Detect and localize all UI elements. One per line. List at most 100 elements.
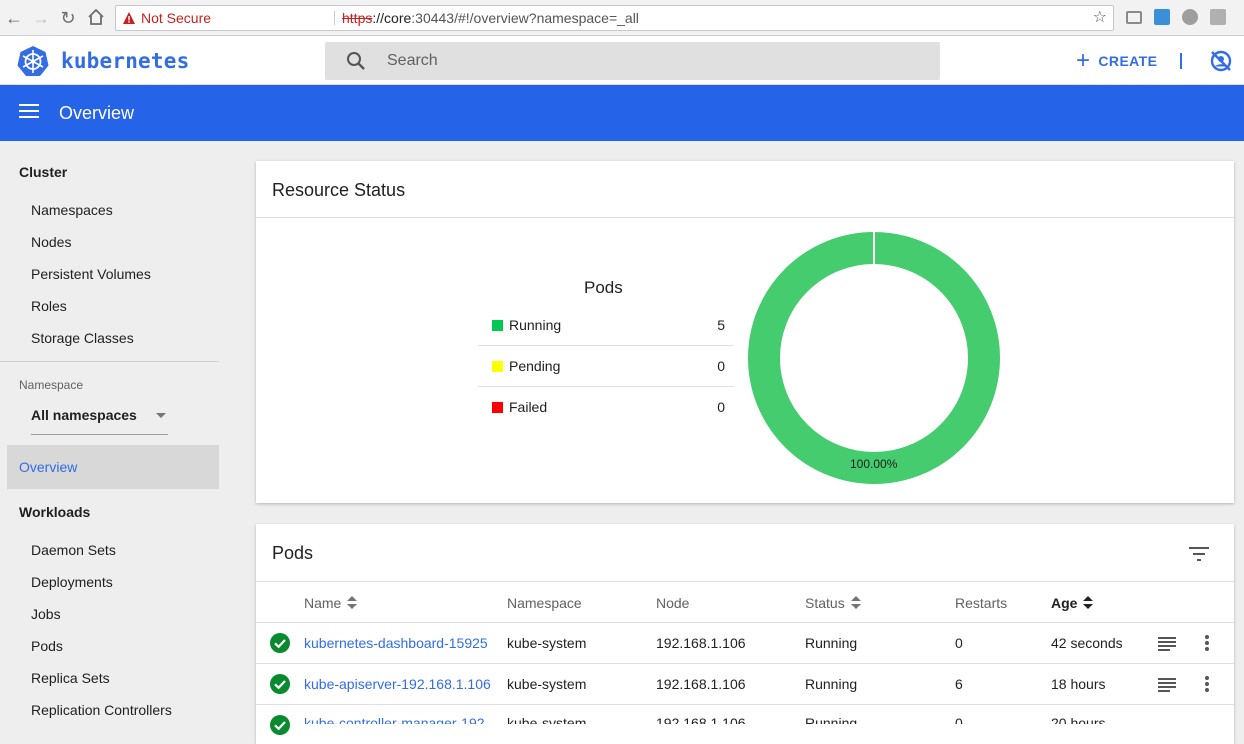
sidebar-item-namespaces[interactable]: Namespaces: [31, 202, 113, 218]
pod-node: 192.168.1.106: [656, 715, 746, 724]
column-header-name[interactable]: Name: [304, 595, 358, 611]
browser-toolbar: ← → ↻ Not Secure https://core:30443/#!/o…: [0, 0, 1244, 36]
sidebar-heading-cluster[interactable]: Cluster: [19, 164, 67, 180]
resource-status-card: Resource Status: [256, 161, 1234, 503]
legend-swatch-failed: [492, 402, 503, 413]
legend-swatch-running: [492, 320, 503, 331]
extension-square-icon[interactable]: [1210, 9, 1226, 25]
search-box[interactable]: [325, 42, 940, 80]
omnibox-separator: [334, 11, 335, 25]
back-arrow-icon[interactable]: ←: [4, 8, 24, 28]
user-hidden-icon[interactable]: [1209, 49, 1233, 73]
column-header-namespace: Namespace: [507, 595, 582, 611]
sort-icon: [1083, 596, 1094, 610]
donut-percentage-label: 100.00%: [850, 457, 898, 471]
url-text: https://core:30443/#!/overview?namespace…: [342, 6, 639, 30]
forward-arrow-icon[interactable]: →: [31, 8, 51, 28]
column-header-age-label: Age: [1051, 595, 1078, 611]
legend-label-running: Running: [509, 317, 562, 333]
card-divider: [256, 217, 1234, 218]
sidebar-item-storage-classes[interactable]: Storage Classes: [31, 330, 134, 346]
url-scheme: https: [342, 10, 373, 26]
sidebar-item-pods[interactable]: Pods: [31, 638, 63, 654]
column-header-age[interactable]: Age: [1051, 595, 1094, 611]
donut-slice-running: [748, 232, 1000, 484]
legend-count-running: 5: [717, 317, 725, 333]
legend-swatch-pending: [492, 361, 503, 372]
home-icon[interactable]: [86, 8, 106, 28]
url-host: ://core: [372, 10, 412, 26]
pods-card: Pods: [256, 524, 1234, 744]
pods-legend-title: Pods: [584, 278, 623, 297]
bookmark-star-icon[interactable]: ☆: [1093, 6, 1107, 30]
sidebar-item-persistent-volumes[interactable]: Persistent Volumes: [31, 266, 151, 282]
app-header: kubernetes + CREATE: [0, 36, 1244, 85]
sidebar-divider: [0, 361, 219, 362]
not-secure-label: Not Secure: [141, 10, 212, 26]
sidebar-item-deployments[interactable]: Deployments: [31, 574, 113, 590]
legend-label-failed: Failed: [509, 399, 548, 415]
more-vert-icon[interactable]: [1205, 676, 1209, 692]
column-header-namespace-label: Namespace: [507, 595, 582, 611]
reload-icon[interactable]: ↻: [58, 8, 78, 28]
sidebar-item-replication-controllers[interactable]: Replication Controllers: [31, 702, 172, 718]
sidebar-heading-workloads[interactable]: Workloads: [19, 504, 90, 520]
table-row-divider: [256, 663, 1234, 664]
dropdown-caret-icon: [156, 413, 166, 418]
cast-icon[interactable]: [1126, 11, 1142, 24]
sidebar-item-nodes[interactable]: Nodes: [31, 234, 71, 250]
status-ok-icon: [270, 633, 290, 653]
logs-icon[interactable]: [1158, 678, 1176, 692]
sidebar-item-jobs[interactable]: Jobs: [31, 606, 61, 622]
create-button[interactable]: + CREATE: [1076, 47, 1158, 74]
sidebar-item-replica-sets[interactable]: Replica Sets: [31, 670, 110, 686]
legend-row-pending: Pending 0: [478, 346, 734, 387]
extension-globe-icon[interactable]: [1182, 9, 1198, 25]
pod-status: Running: [805, 676, 858, 692]
column-header-node-label: Node: [656, 595, 690, 611]
more-vert-icon[interactable]: [1205, 635, 1209, 651]
sidebar-item-overview[interactable]: Overview: [7, 445, 219, 489]
sort-icon: [850, 596, 861, 610]
pod-age: 18 hours: [1051, 676, 1106, 692]
create-label: CREATE: [1098, 53, 1158, 69]
kubernetes-logo-icon[interactable]: [17, 45, 49, 77]
legend-row-failed: Failed 0: [478, 387, 734, 428]
logs-icon[interactable]: [1158, 637, 1176, 651]
pod-node: 192.168.1.106: [656, 676, 746, 692]
sidebar-item-roles[interactable]: Roles: [31, 298, 67, 314]
status-ok-icon: [270, 674, 290, 694]
address-bar[interactable]: Not Secure https://core:30443/#!/overvie…: [115, 5, 1114, 31]
table-header-divider: [256, 622, 1234, 623]
column-header-status[interactable]: Status: [805, 595, 861, 611]
sidebar-item-daemon-sets[interactable]: Daemon Sets: [31, 542, 116, 558]
card-divider: [256, 581, 1234, 582]
status-ok-icon: [270, 715, 290, 735]
pod-restarts: 6: [955, 676, 963, 692]
filter-icon[interactable]: [1189, 547, 1209, 561]
column-header-name-label: Name: [304, 595, 342, 611]
extension-icon[interactable]: [1154, 9, 1170, 25]
header-divider: [1180, 53, 1182, 69]
column-header-node: Node: [656, 595, 689, 611]
search-input[interactable]: [385, 42, 925, 80]
sidebar-item-overview-label: Overview: [19, 459, 78, 475]
legend-count-pending: 0: [717, 358, 725, 374]
pod-age: 42 seconds: [1051, 635, 1123, 651]
namespace-select-value: All namespaces: [31, 407, 137, 423]
pod-namespace: kube-system: [507, 635, 587, 651]
pod-status: Running: [805, 635, 858, 651]
pod-restarts: 0: [955, 635, 963, 651]
plus-icon: +: [1076, 47, 1091, 74]
brand-name[interactable]: kubernetes: [61, 49, 189, 73]
sidebar: Cluster Namespaces Nodes Persistent Volu…: [0, 141, 230, 724]
namespace-select[interactable]: All namespaces: [31, 407, 168, 435]
legend-count-failed: 0: [717, 399, 725, 415]
pod-name-link[interactable]: kubernetes-dashboard-15925: [304, 635, 496, 651]
hamburger-menu-icon[interactable]: [19, 104, 39, 122]
pod-restarts: 0: [955, 715, 963, 724]
pod-name-link[interactable]: kube-apiserver-192.168.1.106: [304, 676, 498, 692]
page-toolbar: Overview: [0, 85, 1244, 141]
pod-node: 192.168.1.106: [656, 635, 746, 651]
pod-name-link[interactable]: kube-controller-manager-192: [304, 715, 494, 724]
